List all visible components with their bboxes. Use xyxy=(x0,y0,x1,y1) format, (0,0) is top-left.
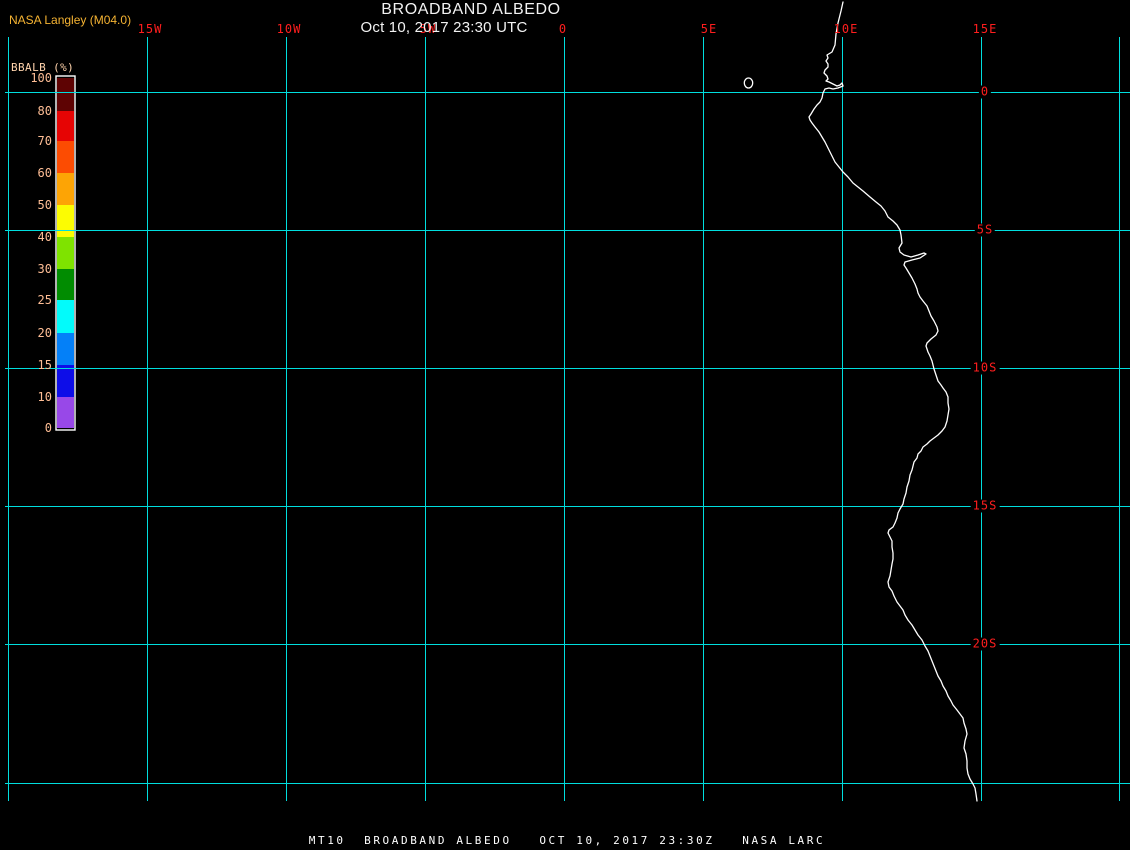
colorbar-block-50-40 xyxy=(57,205,74,237)
colorbar-tick-60: 60 xyxy=(37,166,52,180)
albedo-map-screen: NASA Langley (M04.0) BROADBAND ALBEDO Oc… xyxy=(0,0,1130,850)
lat-label-0: 0 xyxy=(978,84,992,99)
page-subtitle: Oct 10, 2017 23:30 UTC xyxy=(360,19,528,36)
lon-label-10E: 10E xyxy=(833,22,859,36)
colorbar-tick-25: 25 xyxy=(37,293,52,307)
lon-label-5E: 5E xyxy=(700,22,718,36)
colorbar-block-100-80 xyxy=(57,78,74,111)
colorbar-tick-10: 10 xyxy=(37,390,52,404)
colorbar-block-25-20 xyxy=(57,300,74,333)
colorbar-tick-80: 80 xyxy=(37,104,52,118)
lon-label-10W: 10W xyxy=(276,22,302,36)
colorbar-block-15-10 xyxy=(57,365,74,397)
lat-label-10S: 10S xyxy=(970,360,1000,375)
colorbar-tick-20: 20 xyxy=(37,326,52,340)
source-label: NASA Langley (M04.0) xyxy=(9,13,132,27)
colorbar-block-70-60 xyxy=(57,141,74,173)
colorbar-block-20-15 xyxy=(57,333,74,365)
colorbar-tick-15: 15 xyxy=(37,358,52,372)
colorbar-block-80-70 xyxy=(57,111,74,141)
colorbar-tick-100: 100 xyxy=(30,71,52,85)
colorbar-block-30-25 xyxy=(57,269,74,300)
lat-label-5S: 5S xyxy=(974,222,996,237)
island-outline xyxy=(743,77,754,89)
colorbar-block-40-30 xyxy=(57,237,74,269)
footer-caption: MT10 BROADBAND ALBEDO OCT 10, 2017 23:30… xyxy=(308,834,826,847)
lat-label-20S: 20S xyxy=(970,636,1000,651)
colorbar-tick-70: 70 xyxy=(37,134,52,148)
lon-label-15W: 15W xyxy=(137,22,163,36)
lon-label-0: 0 xyxy=(558,22,568,36)
colorbar-block-10-0 xyxy=(57,397,74,428)
colorbar-tick-40: 40 xyxy=(37,230,52,244)
colorbar-tick-50: 50 xyxy=(37,198,52,212)
page-title: BROADBAND ALBEDO xyxy=(381,1,561,18)
lat-label-15S: 15S xyxy=(970,498,1000,513)
map-canvas xyxy=(5,1,1130,802)
colorbar-block-60-50 xyxy=(57,173,74,205)
colorbar-tick-30: 30 xyxy=(37,262,52,276)
lon-label-15E: 15E xyxy=(972,22,998,36)
coastline xyxy=(808,1,978,802)
colorbar-tick-0: 0 xyxy=(44,421,52,435)
